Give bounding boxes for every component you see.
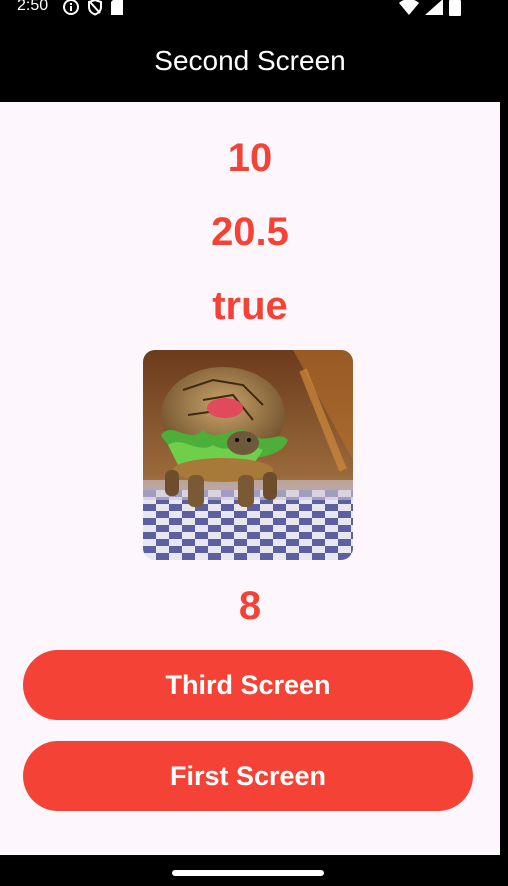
status-bar: 2:50 bbox=[0, 0, 500, 20]
screen-content: 10 20.5 true 8 Third Screen First Screen bbox=[0, 102, 500, 855]
int-value: 10 bbox=[227, 136, 273, 180]
status-icons-left bbox=[62, 0, 124, 16]
shield-icon bbox=[88, 0, 102, 16]
double-value: 20.5 bbox=[211, 210, 289, 254]
sd-card-icon bbox=[111, 0, 123, 15]
app-bar: Second Screen bbox=[0, 20, 500, 102]
first-screen-button[interactable]: First Screen bbox=[23, 741, 473, 811]
boolean-value: true bbox=[212, 284, 288, 328]
turtle-burger-image bbox=[143, 350, 353, 560]
status-icons-right bbox=[398, 0, 462, 16]
status-time: 2:50 bbox=[17, 0, 49, 14]
info-icon bbox=[63, 0, 79, 15]
navigation-bar bbox=[0, 855, 500, 886]
wifi-icon bbox=[399, 0, 419, 15]
count-value: 8 bbox=[238, 584, 262, 628]
third-screen-button[interactable]: Third Screen bbox=[23, 650, 473, 720]
signal-icon bbox=[425, 0, 443, 15]
screen-edge bbox=[500, 0, 508, 886]
page-title: Second Screen bbox=[154, 45, 346, 76]
home-gesture-handle[interactable] bbox=[172, 870, 324, 876]
battery-icon bbox=[449, 0, 461, 16]
